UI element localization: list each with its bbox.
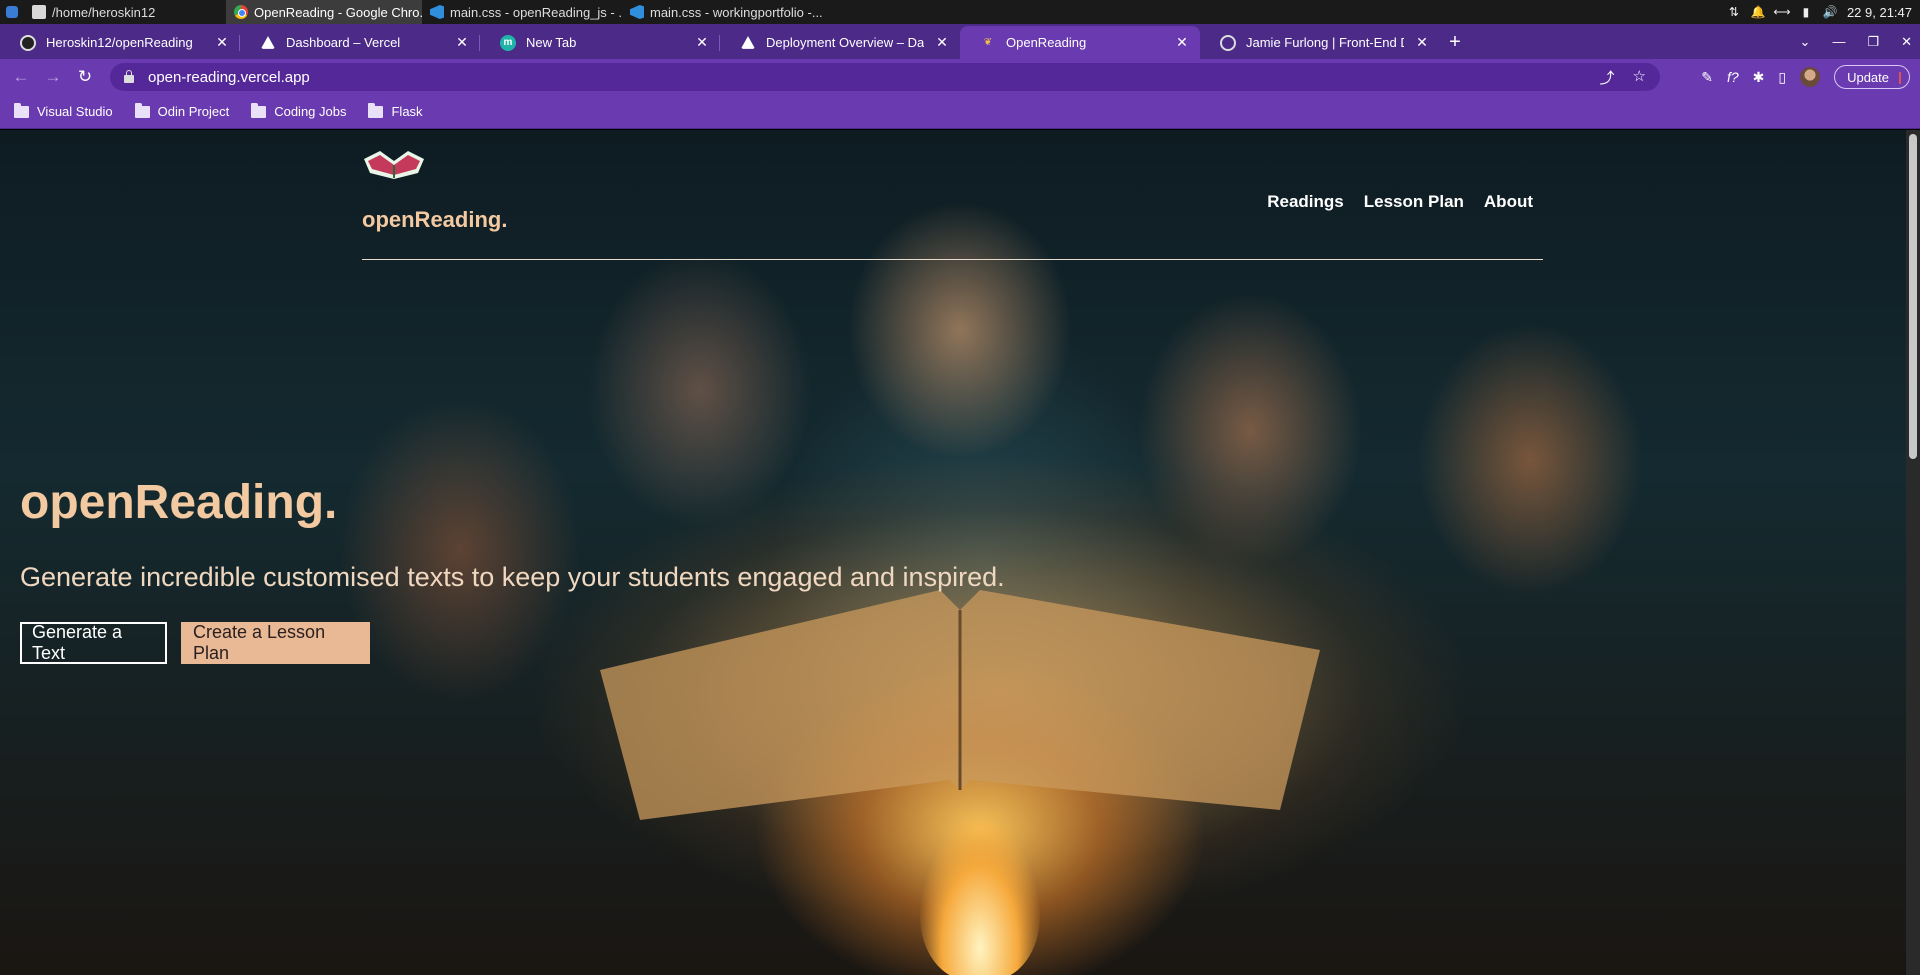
nav-readings[interactable]: Readings [1267,192,1344,212]
chrome-icon [234,5,248,19]
vscode-icon [430,5,444,19]
forward-icon[interactable]: → [40,64,66,90]
scrollbar-thumb[interactable] [1909,134,1917,459]
m-icon: m [500,34,516,51]
tab-github[interactable]: Heroskin12/openReading ✕ [0,26,240,59]
share-icon[interactable]: ⤴ [1600,67,1615,88]
bookmark-label: Odin Project [157,104,230,119]
close-icon[interactable]: ✕ [1174,34,1190,51]
tab-label: Jamie Furlong | Front-End Deve... [1246,35,1404,50]
task-label: OpenReading - Google Chro... [254,4,422,20]
openreading-icon: ❦ [983,37,993,48]
folder-icon [368,102,384,118]
page-scrollbar[interactable] [1906,130,1920,975]
create-lesson-plan-button[interactable]: Create a Lesson Plan [181,622,370,664]
system-tray: ⇅ 🔔 ⟷ ▮ 🔊 22 9, 21:47 [1727,0,1920,24]
tab-vercel-dashboard[interactable]: Dashboard – Vercel ✕ [240,26,480,59]
browser-toolbar: ← → ↻ open-reading.vercel.app ⤴ ☆ ✎ f? ✱… [0,59,1920,95]
folder-icon [251,102,267,118]
close-icon[interactable]: ✕ [694,34,710,51]
tab-search-icon[interactable]: ⌄ [1800,34,1811,50]
task-label: main.css - workingportfolio -... [650,4,822,20]
app-menu-icon[interactable] [0,0,24,24]
star-icon[interactable]: ☆ [1633,67,1646,88]
back-icon[interactable]: ← [8,64,34,90]
nav-lesson-plan[interactable]: Lesson Plan [1364,192,1464,212]
toolbar-extensions: ✎ f? ✱ ▯ Update [1701,63,1910,91]
browser-tab-strip: Heroskin12/openReading ✕ Dashboard – Ver… [0,24,1920,59]
tab-label: New Tab [526,35,577,50]
tab-jamie-furlong[interactable]: Jamie Furlong | Front-End Deve... ✕ [1200,26,1440,59]
folder-icon [32,5,46,19]
new-tab-button[interactable]: + [1440,26,1470,59]
close-icon[interactable]: ✕ [214,34,230,51]
url-text[interactable]: open-reading.vercel.app [148,69,310,86]
tab-label: Dashboard – Vercel [286,35,401,50]
bookmark-folder[interactable]: Visual Studio [14,102,113,119]
kde-connect-icon[interactable]: ⟷ [1773,5,1790,19]
folder-icon [134,102,150,118]
profile-avatar[interactable] [1800,67,1821,87]
minimize-icon[interactable]: — [1832,34,1845,49]
generate-text-button[interactable]: Generate a Text [20,622,167,664]
close-icon[interactable]: ✕ [1414,34,1430,51]
side-panel-icon[interactable]: ▯ [1778,69,1786,86]
bookmarks-bar: Visual Studio Odin Project Coding Jobs F… [0,95,1920,129]
hero-subtitle: Generate incredible customised texts to … [20,562,1005,592]
update-button[interactable]: Update [1834,65,1910,89]
tab-label: OpenReading [1006,35,1087,50]
task-vscode-1[interactable]: main.css - openReading_js - ... [422,0,622,24]
site-brand[interactable]: openReading. [362,207,507,233]
window-controls: ⌄ — ❐ ✕ [1800,24,1912,59]
bookmark-label: Visual Studio [37,104,113,119]
tab-openreading[interactable]: ❦ OpenReading ✕ [960,26,1200,59]
close-icon[interactable]: ✕ [934,34,950,51]
puzzle-icon[interactable]: ✱ [1753,69,1765,86]
bookmark-label: Flask [391,104,423,119]
os-taskbar: /home/heroskin12 OpenReading - Google Ch… [0,0,1920,24]
vercel-icon [740,36,756,49]
task-files[interactable]: /home/heroskin12 [24,0,226,24]
folder-icon [14,102,29,118]
nav-about[interactable]: About [1484,192,1533,212]
bookmark-folder[interactable]: Coding Jobs [251,102,347,119]
reload-icon[interactable]: ↻ [72,64,98,90]
book-logo-icon[interactable] [362,145,426,181]
tab-label: Deployment Overview – Dashb... [766,35,924,50]
hero-background-image: openReading. Readings Lesson Plan About … [0,130,1906,975]
restore-icon[interactable]: ❐ [1867,34,1879,50]
volume-icon[interactable]: 🔊 [1822,5,1837,19]
task-label: /home/heroskin12 [52,4,156,20]
formula-extension-icon[interactable]: f? [1727,69,1739,85]
site-header: openReading. Readings Lesson Plan About [362,145,1543,260]
lock-icon[interactable] [124,70,134,83]
address-bar[interactable]: open-reading.vercel.app ⤴ ☆ [110,63,1660,91]
bookmark-label: Coding Jobs [274,104,347,119]
vercel-icon [260,36,276,49]
hero-title: openReading. [20,476,338,529]
tab-label: Heroskin12/openReading [46,35,193,50]
tab-deployment-overview[interactable]: Deployment Overview – Dashb... ✕ [720,26,960,59]
bookmark-folder[interactable]: Flask [368,102,423,119]
task-vscode-2[interactable]: main.css - workingportfolio -... [622,0,822,24]
campfire-illustration [920,820,1040,975]
close-window-icon[interactable]: ✕ [1901,34,1912,50]
site-nav: Readings Lesson Plan About [1267,192,1533,212]
battery-icon[interactable]: ▮ [1799,5,1813,19]
extension-icon[interactable]: ✎ [1701,69,1713,86]
network-icon[interactable]: ⇅ [1727,5,1741,19]
tab-new-tab[interactable]: m New Tab ✕ [480,26,720,59]
bookmark-folder[interactable]: Odin Project [134,102,230,119]
vscode-icon [630,5,644,19]
task-chrome[interactable]: OpenReading - Google Chro... [226,0,422,24]
bell-icon[interactable]: 🔔 [1750,5,1765,19]
github-icon [20,34,36,51]
close-icon[interactable]: ✕ [454,34,470,51]
task-label: main.css - openReading_js - ... [450,4,622,20]
clock[interactable]: 22 9, 21:47 [1847,5,1912,20]
globe-icon [1220,34,1236,51]
